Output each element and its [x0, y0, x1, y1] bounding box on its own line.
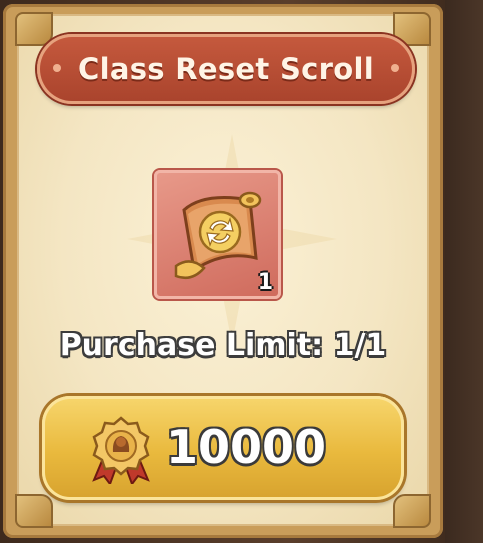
- item-title: Class Reset Scroll: [78, 52, 374, 86]
- background-panel: [445, 0, 483, 543]
- banner-dot: [391, 64, 399, 72]
- item-slot[interactable]: 1: [154, 170, 281, 299]
- shop-item-card: Class Reset Scroll 1 Purchase Limit: 1/1: [3, 4, 443, 538]
- corner-ornament: [15, 494, 53, 528]
- corner-ornament: [393, 494, 431, 528]
- medal-icon: [92, 416, 150, 484]
- item-title-banner: Class Reset Scroll: [37, 34, 415, 104]
- price-value: 10000: [166, 420, 327, 474]
- item-count: 1: [257, 270, 273, 295]
- buy-button[interactable]: 10000: [42, 396, 404, 500]
- shop-scene: Class Reset Scroll 1 Purchase Limit: 1/1: [0, 0, 483, 543]
- corner-ornament: [15, 12, 53, 46]
- banner-dot: [53, 64, 61, 72]
- purchase-limit-label: Purchase Limit: 1/1: [59, 328, 387, 363]
